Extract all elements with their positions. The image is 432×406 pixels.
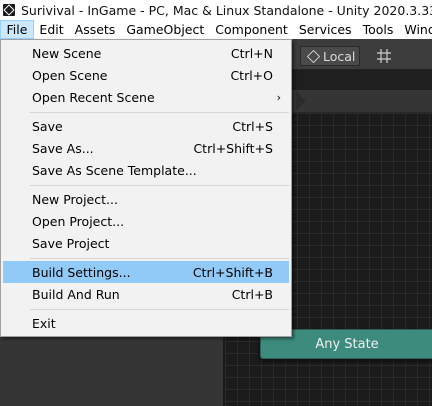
menu-item-label: New Scene: [32, 45, 102, 61]
menu-gameobject[interactable]: GameObject: [121, 20, 210, 39]
menu-assets[interactable]: Assets: [69, 20, 121, 39]
menu-item-save-as-scene-template[interactable]: Save As Scene Template...: [3, 159, 289, 181]
pivot-local-toggle[interactable]: Local: [300, 46, 360, 66]
menu-item-label: Build Settings...: [32, 264, 131, 280]
menu-edit[interactable]: Edit: [34, 20, 69, 39]
menu-item-save-project[interactable]: Save Project: [3, 232, 289, 254]
menu-item-build-settings[interactable]: Build Settings... Ctrl+Shift+B: [3, 261, 289, 283]
menu-item-new-project[interactable]: New Project...: [3, 188, 289, 210]
menu-item-label: Open Project...: [32, 213, 125, 229]
menu-item-label: Save As...: [32, 140, 94, 156]
menu-item-label: Exit: [32, 315, 56, 331]
menu-window[interactable]: Window: [399, 20, 432, 39]
menu-item-save[interactable]: Save Ctrl+S: [3, 115, 289, 137]
menu-item-open-scene[interactable]: Open Scene Ctrl+O: [3, 64, 289, 86]
menu-item-shortcut: Ctrl+O: [230, 67, 273, 83]
menu-item-shortcut: Ctrl+Shift+S: [193, 140, 273, 156]
menu-item-build-and-run[interactable]: Build And Run Ctrl+B: [3, 283, 289, 305]
menu-item-label: Open Recent Scene: [32, 89, 155, 105]
file-menu-dropdown: New Scene Ctrl+N Open Scene Ctrl+O Open …: [0, 39, 292, 337]
menu-separator: [30, 112, 289, 113]
breadcrumb-arrow: [296, 91, 306, 111]
menu-separator: [30, 309, 289, 310]
menu-item-label: Build And Run: [32, 286, 120, 302]
menu-item-shortcut: Ctrl+N: [230, 45, 273, 61]
cube-icon: [306, 49, 321, 63]
menu-bar: File Edit Assets GameObject Component Se…: [0, 20, 432, 39]
menu-item-label: Save As Scene Template...: [32, 162, 197, 178]
window-title: Surivival - InGame - PC, Mac & Linux Sta…: [21, 2, 432, 18]
menu-item-label: Save Project: [32, 235, 110, 251]
menu-item-new-scene[interactable]: New Scene Ctrl+N: [3, 42, 289, 64]
menu-item-save-as[interactable]: Save As... Ctrl+Shift+S: [3, 137, 289, 159]
grid-snap-button[interactable]: [366, 46, 402, 66]
menu-item-exit[interactable]: Exit: [3, 312, 289, 334]
menu-component[interactable]: Component: [210, 20, 294, 39]
menu-item-open-recent-scene[interactable]: Open Recent Scene ›: [3, 86, 289, 108]
menu-item-open-project[interactable]: Open Project...: [3, 210, 289, 232]
menu-separator: [30, 258, 289, 259]
chevron-right-icon: ›: [276, 90, 281, 104]
menu-services[interactable]: Services: [293, 20, 357, 39]
window-title-bar: Surivival - InGame - PC, Mac & Linux Sta…: [0, 0, 432, 20]
menu-item-shortcut: Ctrl+Shift+B: [192, 264, 273, 280]
menu-file[interactable]: File: [0, 20, 34, 39]
menu-item-shortcut: Ctrl+S: [232, 118, 273, 134]
local-toggle-label: Local: [323, 48, 356, 64]
menu-tools[interactable]: Tools: [357, 20, 399, 39]
menu-item-label: Save: [32, 118, 63, 134]
menu-separator: [30, 185, 289, 186]
grid-icon: [377, 49, 391, 63]
unity-logo-icon: [3, 4, 15, 16]
menu-item-label: New Project...: [32, 191, 118, 207]
menu-item-label: Open Scene: [32, 67, 108, 83]
menu-item-shortcut: Ctrl+B: [231, 286, 273, 302]
